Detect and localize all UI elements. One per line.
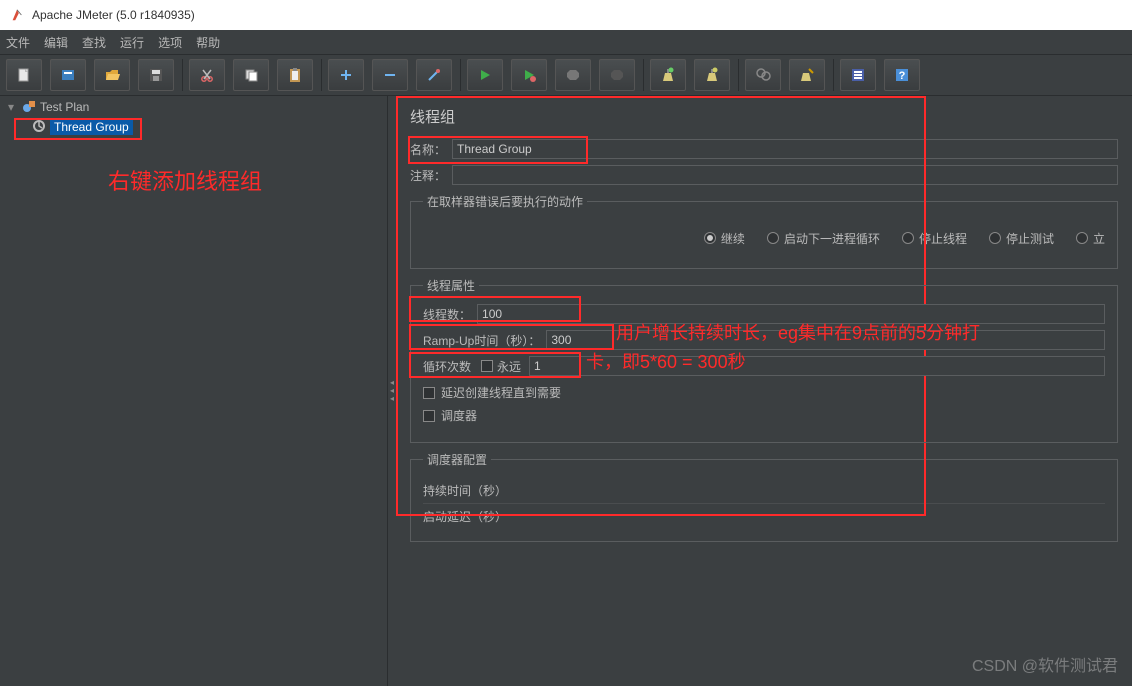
menu-edit[interactable]: 编辑 (44, 34, 68, 51)
expand-toggle-icon[interactable]: ▾ (8, 100, 18, 114)
splitter-arrow-icon: ◂ (390, 395, 394, 403)
scheduler-checkbox[interactable] (423, 410, 435, 422)
shutdown-button[interactable] (599, 59, 635, 91)
testplan-icon (22, 99, 36, 116)
clear-all-button[interactable] (694, 59, 730, 91)
radio-stop-thread[interactable]: 停止线程 (902, 230, 967, 247)
name-label: 名称： (410, 141, 446, 158)
thread-props-legend: 线程属性 (423, 277, 479, 294)
radio-icon (1076, 232, 1088, 244)
help-button[interactable]: ? (884, 59, 920, 91)
function-helper-button[interactable] (840, 59, 876, 91)
menu-options[interactable]: 选项 (158, 34, 182, 51)
expand-button[interactable] (328, 59, 364, 91)
open-templates-button[interactable] (50, 59, 86, 91)
threads-label: 线程数： (423, 306, 471, 323)
tree-node-testplan[interactable]: ▾ Test Plan (0, 98, 387, 116)
open-button[interactable] (94, 59, 130, 91)
thread-group-panel: 线程组 名称： 注释： 在取样器错误后要执行的动作 继续 启动下一进程循环 停止… (396, 96, 1132, 686)
new-file-button[interactable] (6, 59, 42, 91)
stop-button[interactable] (555, 59, 591, 91)
loop-label: 循环次数 (423, 358, 471, 375)
menu-file[interactable]: 文件 (6, 34, 30, 51)
annotation-rampup-1: 用户增长持续时长，eg集中在9点前的5分钟打 (616, 319, 980, 345)
toggle-button[interactable] (416, 59, 452, 91)
jmeter-logo-icon (10, 8, 24, 22)
collapse-button[interactable] (372, 59, 408, 91)
tree-label: Test Plan (40, 100, 89, 114)
radio-icon (767, 232, 779, 244)
reset-search-button[interactable] (789, 59, 825, 91)
toolbar-separator (833, 59, 834, 91)
error-action-legend: 在取样器错误后要执行的动作 (423, 193, 587, 210)
radio-stop-test[interactable]: 停止测试 (989, 230, 1054, 247)
window-title: Apache JMeter (5.0 r1840935) (32, 8, 195, 22)
title-bar: Apache JMeter (5.0 r1840935) (0, 0, 1132, 30)
forever-checkbox[interactable] (481, 360, 493, 372)
clear-button[interactable] (650, 59, 686, 91)
cut-button[interactable] (189, 59, 225, 91)
radio-icon (704, 232, 716, 244)
toolbar-separator (643, 59, 644, 91)
radio-continue[interactable]: 继续 (704, 230, 745, 247)
svg-text:?: ? (899, 70, 906, 82)
scheduler-conf-legend: 调度器配置 (423, 451, 491, 468)
toolbar-separator (182, 59, 183, 91)
scheduler-label: 调度器 (441, 407, 477, 424)
annotation-tree: 右键添加线程组 (108, 164, 262, 196)
forever-label: 永远 (497, 358, 521, 375)
menu-help[interactable]: 帮助 (196, 34, 220, 51)
delay-create-checkbox[interactable] (423, 387, 435, 399)
radio-icon (902, 232, 914, 244)
toolbar-separator (321, 59, 322, 91)
toolbar: ? (0, 54, 1132, 96)
scheduler-conf-fieldset: 调度器配置 持续时间（秒） 启动延迟（秒） (410, 451, 1118, 542)
save-button[interactable] (138, 59, 174, 91)
error-action-fieldset: 在取样器错误后要执行的动作 继续 启动下一进程循环 停止线程 停止测试 立 (410, 193, 1118, 269)
splitter-handle[interactable]: ◂ ◂ ◂ (388, 96, 396, 686)
paste-button[interactable] (277, 59, 313, 91)
menu-run[interactable]: 运行 (120, 34, 144, 51)
comment-label: 注释： (410, 167, 446, 184)
watermark: CSDN @软件测试君 (972, 652, 1118, 676)
start-button[interactable] (467, 59, 503, 91)
delay-create-label: 延迟创建线程直到需要 (441, 384, 561, 401)
start-no-timers-button[interactable] (511, 59, 547, 91)
annotation-rampup-2: 卡，即5*60 = 300秒 (586, 348, 746, 374)
duration-label: 持续时间（秒） (423, 478, 1105, 504)
rampup-label: Ramp-Up时间（秒）： (423, 332, 540, 349)
radio-icon (989, 232, 1001, 244)
menu-search[interactable]: 查找 (82, 34, 106, 51)
toolbar-separator (460, 59, 461, 91)
panel-title: 线程组 (410, 106, 1118, 127)
comment-input[interactable] (452, 165, 1118, 185)
thread-props-fieldset: 线程属性 线程数： Ramp-Up时间（秒）： 循环次数 永远 延迟创建线程直到… (410, 277, 1118, 443)
test-plan-tree[interactable]: ▾ Test Plan Thread Group 右键添加线程组 (0, 96, 388, 686)
radio-start-next[interactable]: 启动下一进程循环 (767, 230, 880, 247)
search-button[interactable] (745, 59, 781, 91)
menu-bar: 文件 编辑 查找 运行 选项 帮助 (0, 30, 1132, 54)
toolbar-separator (738, 59, 739, 91)
copy-button[interactable] (233, 59, 269, 91)
workspace: ▾ Test Plan Thread Group 右键添加线程组 ◂ ◂ ◂ 线… (0, 96, 1132, 686)
name-input[interactable] (452, 139, 1118, 159)
radio-stop-test-now[interactable]: 立 (1076, 230, 1105, 247)
delay-label: 启动延迟（秒） (423, 504, 1105, 529)
